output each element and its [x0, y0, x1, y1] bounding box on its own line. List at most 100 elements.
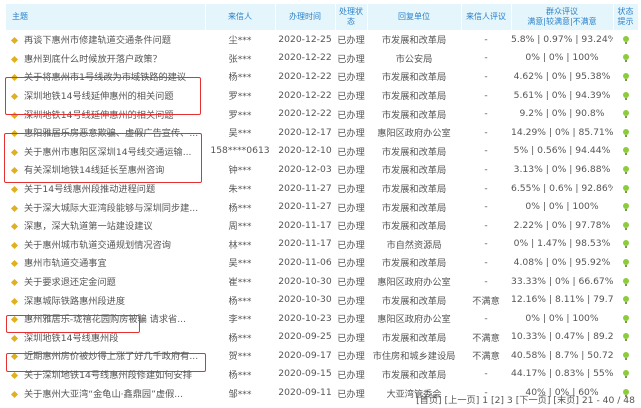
lightbulb-icon — [622, 314, 629, 323]
status-cell: 已办理 — [337, 91, 365, 103]
subject-cell[interactable]: 惠州到底什么时候放开落户政策？ — [6, 49, 205, 68]
public-rating-cell: 0% | 0% | 100% — [525, 52, 599, 64]
public-rating-cell: 14.29% | 0% | 85.71% — [511, 126, 613, 138]
subject-link[interactable]: 惠州市轨道交通事宜 — [24, 258, 107, 269]
unit-cell: 市自然资源局 — [386, 239, 442, 251]
subject-cell[interactable]: 深惠城际铁路惠州段进度 — [6, 290, 205, 309]
subject-cell[interactable]: 关于深大城际大亚湾段能够与深圳同步建... — [6, 197, 205, 216]
next-page-link[interactable]: [下一页] — [516, 395, 551, 406]
table-row: 关于深大城际大亚湾段能够与深圳同步建... 杨*** 2020-11-27 已办… — [6, 197, 638, 216]
rating-cell: - — [484, 201, 488, 213]
table-header: 主题 来信人 办理时间 处理状态 回复单位 来信人评议 群众评议 满意|较满意|不… — [6, 4, 639, 30]
subject-link[interactable]: 再谈下惠州市修建轨道交通条件问题 — [24, 35, 171, 46]
subject-cell[interactable]: 惠州市轨道交通事宜 — [6, 253, 205, 272]
col-sender[interactable]: 来信人 — [205, 4, 276, 30]
public-rating-cell: 3.13% | 0% | 96.88% — [513, 163, 611, 175]
last-page-link[interactable]: [末页] — [553, 395, 579, 406]
subject-cell[interactable]: 关于惠州城市轨道交通规划情况咨询 — [6, 235, 205, 254]
subject-link[interactable]: 深惠城际铁路惠州段进度 — [24, 296, 125, 307]
subject-link[interactable]: 关于14号线惠州段推动进程问题 — [24, 184, 155, 195]
date-cell: 2020-12-03 — [278, 163, 332, 175]
bullet-icon — [10, 278, 19, 287]
subject-link[interactable]: 深惠，深大轨道第一站建设建议 — [24, 221, 153, 232]
unit-cell: 市发展和改革局 — [381, 165, 447, 177]
col-subject[interactable]: 主题 — [6, 4, 206, 30]
date-cell: 2020-12-10 — [278, 145, 332, 157]
col-unit[interactable]: 回复单位 — [367, 4, 462, 30]
public-rating-cell: 5.8% | 0.97% | 93.24% — [511, 33, 613, 45]
lightbulb-icon — [622, 147, 629, 156]
date-cell: 2020-12-17 — [278, 126, 332, 138]
bullet-icon — [10, 297, 19, 305]
public-rating-cell: 33.33% | 0% | 66.67% — [511, 275, 613, 287]
subject-link[interactable]: 关于惠州大亚湾“金龟山·鑫鼎园”虚假... — [24, 389, 183, 400]
sender-cell: 158****0613 — [210, 145, 270, 157]
rating-cell: - — [484, 275, 488, 287]
sender-cell: 杨*** — [228, 369, 252, 381]
status-cell: 已办理 — [337, 72, 365, 84]
indicator-cell — [613, 216, 638, 235]
rating-cell: - — [484, 145, 488, 157]
subject-link[interactable]: 关于要求退还定金问题 — [24, 277, 116, 288]
table-row: 深惠，深大轨道第一站建设建议 周*** 2020-11-17 已办理 市发展和改… — [6, 216, 638, 235]
rating-cell: - — [484, 368, 488, 380]
page-2-current: [2] — [490, 395, 504, 406]
status-cell: 已办理 — [337, 277, 365, 289]
bullet-icon — [10, 334, 19, 342]
subject-cell[interactable]: 再谈下惠州市修建轨道交通条件问题 — [6, 30, 205, 49]
lightbulb-icon — [622, 91, 629, 100]
rating-cell: - — [484, 70, 488, 82]
first-page-link[interactable]: [首页] — [416, 395, 442, 406]
public-rating-cell: 44.17% | 0.83% | 55% — [511, 368, 613, 380]
rating-cell: - — [484, 108, 488, 120]
subject-link[interactable]: 惠州到底什么时候放开落户政策？ — [24, 54, 162, 65]
subject-cell[interactable]: 关于惠州大亚湾“金龟山·鑫鼎园”虚假... — [6, 383, 205, 402]
date-cell: 2020-12-22 — [278, 108, 332, 120]
col-status[interactable]: 处理状态 — [335, 4, 368, 30]
prev-page-link[interactable]: [上一页] — [445, 395, 480, 406]
unit-cell: 市发展和改革局 — [381, 72, 447, 84]
unit-cell: 市发展和改革局 — [381, 184, 447, 196]
subject-link[interactable]: 关于惠州城市轨道交通规划情况咨询 — [24, 240, 171, 251]
public-rating-cell: 12.16% | 8.11% | 79.73% — [511, 294, 613, 306]
public-rating-cell: 5% | 0.56% | 94.44% — [513, 145, 611, 157]
unit-cell: 市发展和改革局 — [381, 369, 447, 381]
sender-cell: 李*** — [228, 314, 252, 326]
bullet-icon — [10, 260, 19, 268]
lightbulb-icon — [622, 203, 629, 212]
sender-cell: 钟*** — [228, 165, 252, 177]
lightbulb-icon — [622, 258, 629, 267]
lightbulb-icon — [622, 333, 629, 342]
sender-cell: 杨*** — [228, 202, 252, 214]
sender-cell: 林*** — [228, 239, 252, 251]
lightbulb-icon — [622, 54, 629, 63]
indicator-cell — [613, 142, 638, 161]
page-3-link[interactable]: 3 — [507, 395, 513, 406]
public-rating-cell: 2.22% | 0% | 97.78% — [513, 219, 611, 231]
highlight-box — [6, 353, 206, 372]
table-row: 深惠城际铁路惠州段进度 杨*** 2020-10-30 已办理 市发展和改革局 … — [6, 290, 638, 309]
subject-link[interactable]: 关于深大城际大亚湾段能够与深圳同步建... — [24, 203, 198, 214]
unit-cell: 惠阳区政府办公室 — [377, 277, 451, 289]
subject-cell[interactable]: 深惠，深大轨道第一站建设建议 — [6, 216, 205, 235]
bullet-icon — [10, 371, 19, 380]
status-cell: 已办理 — [337, 332, 365, 344]
status-cell: 已办理 — [337, 295, 365, 307]
col-rating[interactable]: 来信人评议 — [461, 4, 512, 30]
rating-cell: - — [484, 238, 488, 250]
public-rating-cell: 0% | 1.47% | 98.53% — [513, 238, 611, 250]
status-cell: 已办理 — [337, 351, 365, 363]
subject-cell[interactable]: 关于要求退还定金问题 — [6, 272, 205, 291]
bullet-icon — [10, 390, 19, 398]
lightbulb-icon — [622, 277, 629, 286]
bullet-icon — [10, 223, 19, 231]
subject-link[interactable]: 深圳地铁14号线惠州段 — [24, 333, 118, 344]
lightbulb-icon — [622, 110, 629, 119]
page-1-link[interactable]: 1 — [482, 395, 488, 406]
pagination: [首页] [上一页] 1 [2] 3 [下一页] [末页] 21 - 40 / … — [416, 392, 635, 406]
col-date[interactable]: 办理时间 — [275, 4, 336, 30]
status-cell: 已办理 — [337, 53, 365, 65]
lightbulb-icon — [622, 221, 629, 230]
highlight-box — [5, 77, 201, 115]
col-public[interactable]: 群众评议 满意|较满意|不满意 — [511, 4, 614, 30]
